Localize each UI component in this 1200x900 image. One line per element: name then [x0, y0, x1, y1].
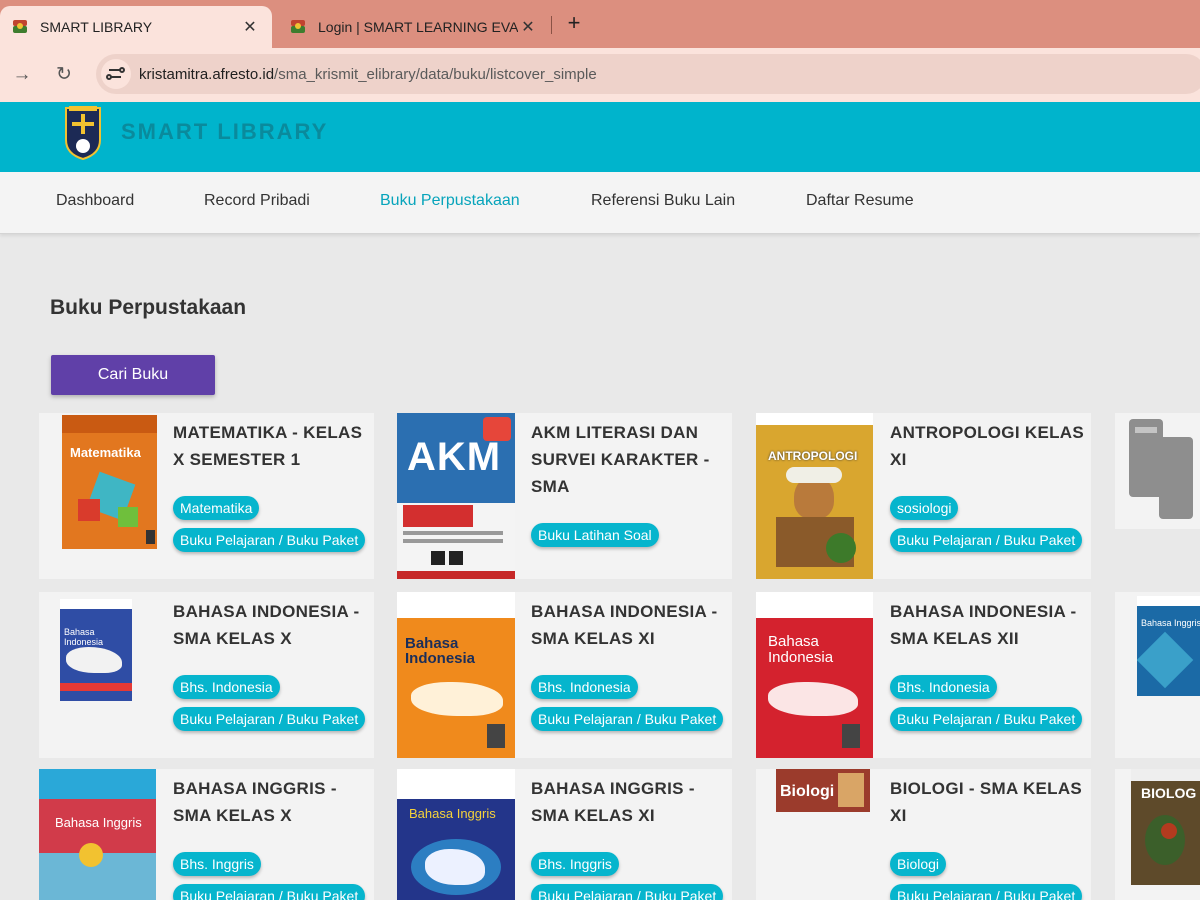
menu-item-buku-perpustakaan[interactable]: Buku Perpustakaan [380, 192, 520, 210]
book-title: BAHASA INGGRIS - SMA KELAS X [173, 779, 337, 825]
book-card[interactable]: Matematika MATEMATIKA - KELAS X SEMESTER… [39, 413, 374, 579]
new-tab-button[interactable]: + [562, 12, 586, 36]
tag-subject[interactable]: Bhs. Inggris [173, 852, 261, 876]
browser-toolbar: → ↻ kristamitra.afresto.id/sma_krismit_e… [0, 48, 1200, 102]
menu-item-daftar-resume[interactable]: Daftar Resume [806, 192, 914, 210]
address-bar[interactable]: kristamitra.afresto.id/sma_krismit_elibr… [96, 54, 1200, 94]
cover-title: Bahasa Inggris [55, 815, 142, 830]
book-title: AKM LITERASI DAN SURVEI KARAKTER - SMA [531, 423, 710, 496]
page-title: Buku Perpustakaan [50, 296, 247, 319]
book-title: BAHASA INDONESIA - SMA KELAS XI [531, 602, 718, 648]
site-info-icon[interactable] [101, 59, 131, 89]
tag-category[interactable]: Buku Pelajaran / Buku Paket [890, 528, 1083, 552]
book-cover: Bahasa Indonesia [397, 592, 515, 758]
book-card[interactable]: Bahasa Inggris BAHASA INGGRIS - SMA KELA… [39, 769, 374, 900]
cover-title: ANTROPOLOGI [768, 449, 858, 463]
tab-title: SMART LIBRARY [40, 19, 153, 35]
book-card[interactable]: Biologi BIOLOGI - SMA KELAS XI Biologi B… [756, 769, 1091, 900]
reload-icon[interactable]: ↻ [51, 62, 77, 88]
book-cover: Bahasa Inggris [1137, 596, 1200, 696]
book-card[interactable]: Bahasa Indonesia BAHASA INDONESIA - SMA … [397, 592, 732, 758]
url-text[interactable]: kristamitra.afresto.id/sma_krismit_elibr… [139, 66, 597, 83]
book-cover: Bahasa Indonesia [60, 599, 132, 701]
book-card-partial[interactable]: BIOLOG [1115, 769, 1200, 900]
book-title: BAHASA INDONESIA - SMA KELAS X [173, 602, 360, 648]
cover-title: Bahasa Inggris [1141, 618, 1200, 628]
cover-title: Bahasa Indonesia [768, 633, 834, 666]
tag-subject[interactable]: Biologi [890, 852, 947, 876]
tab-login[interactable]: Login | SMART LEARNING EVAL ✕ [278, 6, 550, 48]
book-cover: Bahasa Inggris [39, 769, 156, 900]
cover-title: Bahasa Indonesia [405, 635, 476, 667]
app-header: SMART LIBRARY [0, 102, 1200, 172]
tag-category[interactable]: Buku Pelajaran / Buku Paket [531, 884, 724, 900]
tag-subject[interactable]: Bhs. Indonesia [173, 675, 280, 699]
cover-title: Bahasa Inggris [409, 806, 496, 821]
book-card[interactable]: Bahasa Indonesia BAHASA INDONESIA - SMA … [39, 592, 374, 758]
forward-arrow-icon[interactable]: → [9, 62, 35, 88]
book-cover: Matematika [62, 415, 157, 549]
book-card[interactable]: AKM AKM LITERASI DAN SURVEI KARAKTER - S… [397, 413, 732, 579]
search-book-button[interactable]: Cari Buku [51, 355, 215, 395]
browser-tab-bar: SMART LIBRARY ✕ Login | SMART LEARNING E… [0, 0, 1200, 48]
cover-title: Bahasa Indonesia [64, 627, 104, 647]
tag-category[interactable]: Buku Pelajaran / Buku Paket [173, 884, 366, 900]
tab-smart-library[interactable]: SMART LIBRARY ✕ [0, 6, 272, 48]
book-title: ANTROPOLOGI KELAS XI [890, 423, 1084, 469]
cover-title: AKM [407, 435, 502, 479]
book-cover: ANTROPOLOGI [756, 413, 873, 579]
book-card-partial[interactable]: Bahasa Inggris [1115, 592, 1200, 758]
tag-category[interactable]: Buku Pelajaran / Buku Paket [890, 707, 1083, 731]
tag-category[interactable]: Buku Pelajaran / Buku Paket [173, 707, 366, 731]
book-title: BIOLOGI - SMA KELAS XI [890, 779, 1083, 825]
book-card[interactable]: Bahasa Inggris BAHASA INGGRIS - SMA KELA… [397, 769, 732, 900]
site-favicon-icon [12, 19, 28, 35]
book-title: BAHASA INDONESIA - SMA KELAS XII [890, 602, 1077, 648]
school-shield-logo-icon [65, 106, 101, 160]
main-menu: Dashboard Record Pribadi Buku Perpustaka… [0, 172, 1200, 234]
book-cover: Bahasa Inggris [397, 769, 515, 900]
cover-title: Matematika [70, 445, 141, 460]
tab-close-icon[interactable]: ✕ [518, 17, 538, 37]
menu-item-record-pribadi[interactable]: Record Pribadi [204, 192, 310, 210]
url-path: /sma_krismit_elibrary/data/buku/listcove… [274, 65, 597, 83]
site-favicon-icon [290, 19, 306, 35]
tag-category[interactable]: Buku Pelajaran / Buku Paket [531, 707, 724, 731]
tab-separator [551, 16, 552, 34]
tab-close-icon[interactable]: ✕ [240, 17, 260, 37]
book-cover: Bahasa Indonesia [756, 592, 873, 758]
cover-title: BIOLOG [1141, 785, 1197, 801]
menu-item-referensi-buku-lain[interactable]: Referensi Buku Lain [591, 192, 735, 210]
tag-subject[interactable]: Bhs. Indonesia [890, 675, 997, 699]
tag-category[interactable]: Buku Pelajaran / Buku Paket [890, 884, 1083, 900]
tag-category[interactable]: Buku Latihan Soal [531, 523, 659, 547]
url-host: kristamitra.afresto.id [139, 65, 275, 83]
tag-subject[interactable]: sosiologi [890, 496, 959, 520]
brand-title: SMART LIBRARY [121, 119, 329, 144]
book-title: BAHASA INGGRIS - SMA KELAS XI [531, 779, 695, 825]
book-card-partial[interactable] [1115, 413, 1200, 529]
book-title: MATEMATIKA - KELAS X SEMESTER 1 [173, 423, 363, 469]
menu-item-dashboard[interactable]: Dashboard [56, 192, 134, 210]
tab-title: Login | SMART LEARNING EVAL [318, 19, 518, 35]
tag-subject[interactable]: Bhs. Inggris [531, 852, 619, 876]
book-card[interactable]: Bahasa Indonesia BAHASA INDONESIA - SMA … [756, 592, 1091, 758]
book-placeholder-icon [1129, 419, 1193, 519]
book-cover: AKM [397, 413, 515, 579]
tag-category[interactable]: Buku Pelajaran / Buku Paket [173, 528, 366, 552]
cover-title: Biologi [780, 783, 835, 800]
book-cover: Biologi [776, 769, 870, 812]
book-card[interactable]: ANTROPOLOGI ANTROPOLOGI KELAS XI sosiolo… [756, 413, 1091, 579]
tag-subject[interactable]: Matematika [173, 496, 260, 520]
tag-subject[interactable]: Bhs. Indonesia [531, 675, 638, 699]
book-cover: BIOLOG [1131, 769, 1200, 885]
